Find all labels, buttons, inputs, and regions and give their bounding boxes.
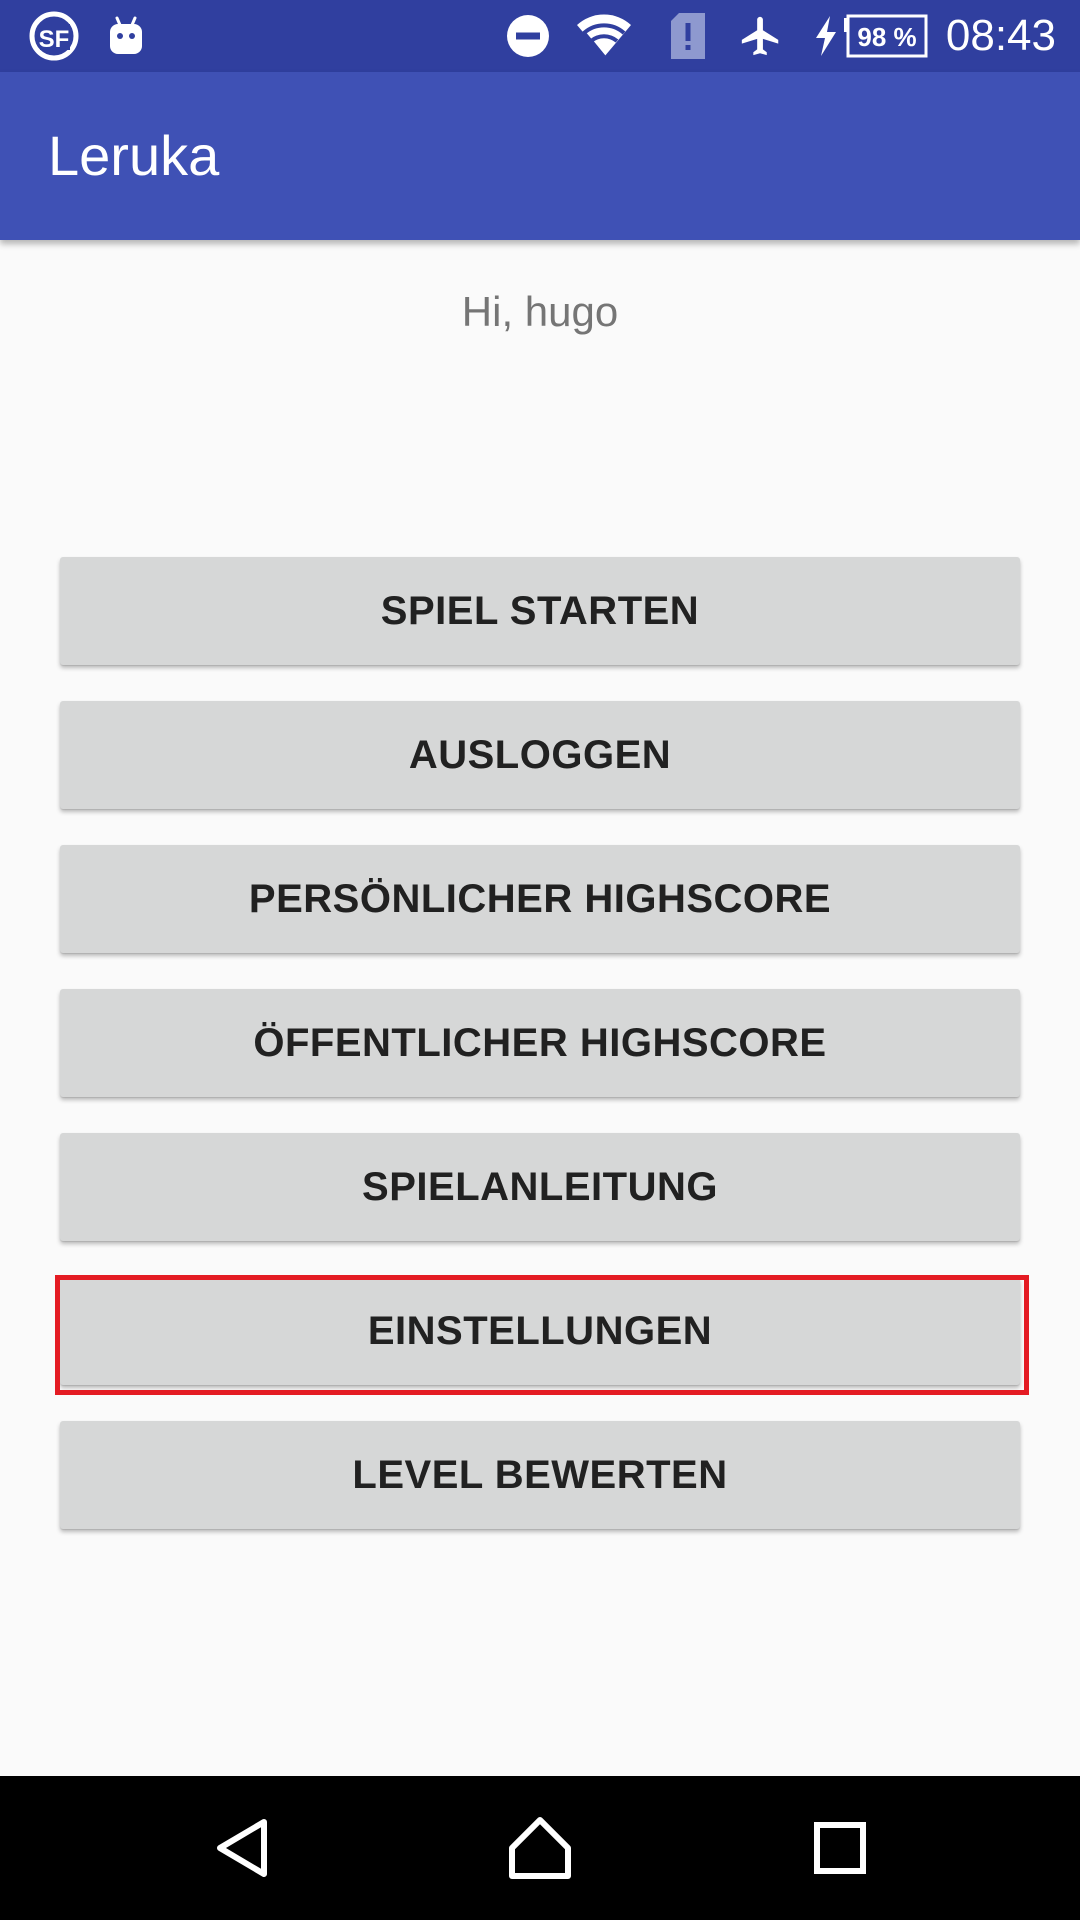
- home-icon[interactable]: [468, 1776, 612, 1920]
- game-instructions-button[interactable]: SPIELANLEITUNG: [60, 1133, 1020, 1241]
- back-icon[interactable]: [170, 1776, 314, 1920]
- public-highscore-button[interactable]: ÖFFENTLICHER HIGHSCORE: [60, 989, 1020, 1097]
- recents-icon[interactable]: [768, 1776, 912, 1920]
- personal-highscore-button[interactable]: PERSÖNLICHER HIGHSCORE: [60, 845, 1020, 953]
- start-game-button[interactable]: SPIEL STARTEN: [60, 557, 1020, 665]
- logout-button[interactable]: AUSLOGGEN: [60, 701, 1020, 809]
- main-menu: SPIEL STARTEN AUSLOGGEN PERSÖNLICHER HIG…: [0, 0, 1080, 1920]
- app-title: Leruka: [48, 124, 220, 187]
- system-nav-bar: [0, 1776, 1080, 1920]
- settings-button[interactable]: EINSTELLUNGEN: [60, 1277, 1020, 1385]
- rate-level-button[interactable]: LEVEL BEWERTEN: [60, 1421, 1020, 1529]
- app-bar: Leruka: [0, 72, 1080, 240]
